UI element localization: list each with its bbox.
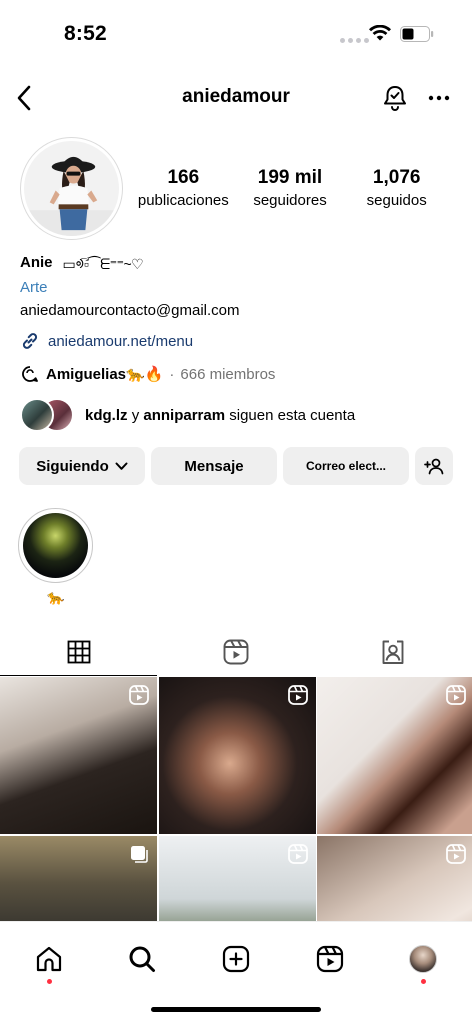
- profile-category: Arte: [20, 279, 48, 296]
- nav-create[interactable]: [213, 936, 259, 982]
- nav-search[interactable]: [119, 936, 165, 982]
- message-button[interactable]: Mensaje: [151, 447, 277, 485]
- profile-bio: Anie ▭ᢀ▫︎⃕⁀ᗴ⁼⁼~♡ Arte aniedamourcontacto…: [20, 252, 460, 351]
- wifi-icon: [369, 25, 391, 41]
- email-button-label: Correo elect...: [305, 459, 387, 473]
- mutual-avatars: [20, 398, 76, 432]
- highlight-label: 🐆: [47, 589, 65, 605]
- post-thumbnail[interactable]: [317, 677, 472, 834]
- stat-posts[interactable]: 166 publicaciones: [130, 167, 237, 209]
- home-indicator: [151, 1007, 321, 1012]
- battery-icon: [400, 26, 434, 42]
- mutual-connector: y: [131, 406, 140, 424]
- channel-members: 666 miembros: [180, 365, 276, 383]
- followers-label: seguidores: [253, 192, 327, 209]
- chevron-down-icon: [115, 462, 128, 470]
- carousel-badge-icon: [131, 845, 148, 863]
- highlight-cover: [23, 513, 88, 578]
- highlight-cover-ring: [18, 508, 93, 583]
- posts-label: publicaciones: [137, 192, 229, 209]
- tab-tagged[interactable]: [315, 628, 472, 676]
- suggested-accounts-button[interactable]: [415, 447, 453, 485]
- post-thumbnail[interactable]: [0, 677, 157, 834]
- notification-dot: [420, 979, 426, 984]
- broadcast-channel[interactable]: Amiguelias🐆🔥 · 666 miembros: [20, 364, 275, 384]
- tab-posts-grid[interactable]: [0, 628, 158, 676]
- mutual-user-2[interactable]: anniparram: [143, 407, 225, 424]
- reel-badge-icon: [129, 685, 149, 705]
- profile-name: Anie: [20, 253, 53, 271]
- posts-count: 166: [167, 167, 200, 188]
- notifications-button[interactable]: [378, 80, 412, 116]
- status-bar: 8:52: [0, 0, 472, 70]
- reels-icon: [316, 945, 344, 973]
- search-icon: [129, 946, 155, 972]
- following-button[interactable]: Siguiendo: [19, 447, 145, 485]
- post-thumbnail[interactable]: [158, 677, 316, 834]
- email-button[interactable]: Correo elect...: [283, 447, 409, 485]
- profile-tabs: [0, 628, 472, 676]
- profile-photo: [24, 141, 119, 236]
- story-highlight[interactable]: 🐆: [18, 508, 94, 606]
- avatar: [409, 945, 437, 973]
- home-icon: [36, 946, 62, 972]
- profile-avatar[interactable]: [20, 137, 123, 240]
- notification-dot: [46, 979, 52, 984]
- profile-link[interactable]: aniedamour.net/menu: [20, 331, 460, 351]
- stat-following[interactable]: 1,076 seguidos: [343, 167, 450, 209]
- more-horizontal-icon: [428, 95, 450, 101]
- cellular-signal-icon: [340, 38, 369, 43]
- add-person-icon: [424, 458, 444, 475]
- avatar: [20, 398, 54, 432]
- more-options-button[interactable]: [422, 80, 456, 116]
- profile-actions: Siguiendo Mensaje Correo elect...: [19, 447, 453, 485]
- reel-badge-icon: [287, 843, 308, 864]
- followers-count: 199 mil: [257, 167, 323, 188]
- profile-stats: 166 publicaciones 199 mil seguidores 1,0…: [130, 167, 450, 209]
- channel-separator: ·: [169, 365, 175, 383]
- bio-name-row: Anie ▭ᢀ▫︎⃕⁀ᗴ⁼⁼~♡: [20, 252, 460, 273]
- profile-nav-header: aniedamour: [0, 76, 472, 120]
- tagged-icon: [382, 640, 404, 664]
- reel-badge-icon: [446, 843, 466, 864]
- mutual-followers[interactable]: kdg.lz y anniparram siguen esta cuenta: [20, 398, 355, 432]
- mutual-suffix: siguen esta cuenta: [229, 406, 356, 424]
- nav-profile[interactable]: [400, 936, 446, 984]
- reels-icon: [223, 639, 249, 665]
- following-label: seguidos: [366, 192, 427, 209]
- create-post-icon: [222, 945, 250, 973]
- tab-reels[interactable]: [157, 628, 314, 676]
- channel-icon: [22, 366, 38, 382]
- nav-reels[interactable]: [307, 936, 353, 982]
- profile-link-text[interactable]: aniedamour.net/menu: [48, 333, 193, 350]
- grid-icon: [67, 640, 91, 664]
- profile-name-symbols: ▭ᢀ▫︎⃕⁀ᗴ⁼⁼~♡: [62, 256, 144, 272]
- stat-followers[interactable]: 199 mil seguidores: [237, 167, 344, 209]
- mutual-user-1[interactable]: kdg.lz: [85, 407, 128, 424]
- message-button-label: Mensaje: [184, 457, 244, 475]
- mutual-followers-text: kdg.lz y anniparram siguen esta cuenta: [85, 407, 355, 424]
- bell-check-icon: [384, 86, 406, 111]
- reel-badge-icon: [287, 685, 308, 705]
- status-time: 8:52: [64, 22, 107, 45]
- reel-badge-icon: [446, 685, 466, 705]
- following-button-label: Siguiendo: [36, 457, 109, 475]
- profile-email[interactable]: aniedamourcontacto@gmail.com: [20, 302, 460, 322]
- following-count: 1,076: [372, 167, 421, 188]
- nav-home[interactable]: [26, 936, 72, 984]
- link-icon: [22, 333, 38, 349]
- channel-name[interactable]: Amiguelias🐆🔥: [46, 365, 163, 383]
